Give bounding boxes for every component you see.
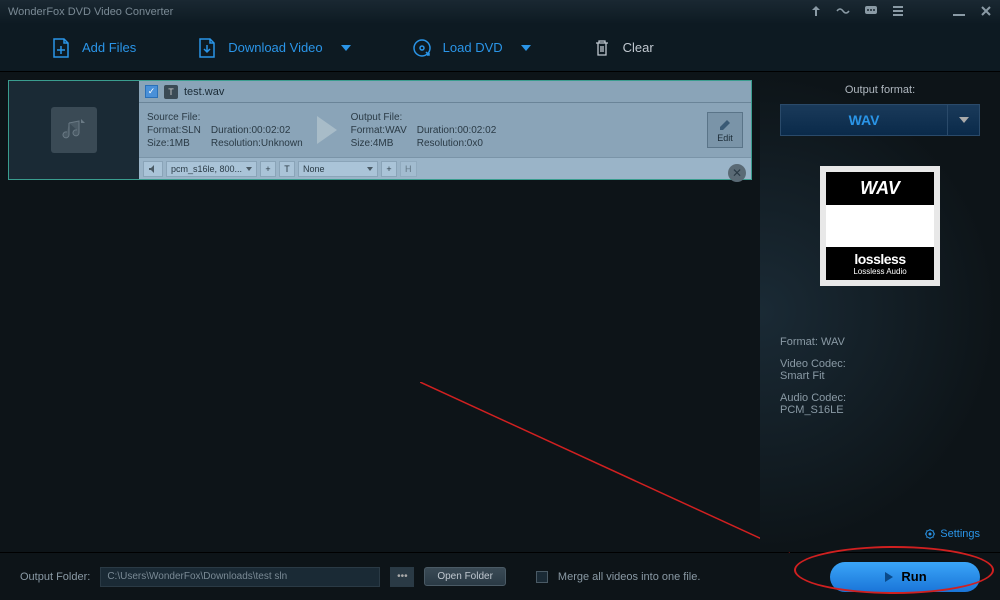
bottom-bar: Output Folder: ••• Open Folder Merge all…: [0, 552, 1000, 600]
format-info: Format: WAV Video Codec:Smart Fit Audio …: [780, 336, 980, 416]
download-video-button[interactable]: Download Video: [166, 24, 380, 71]
run-label: Run: [901, 569, 926, 584]
file-name: test.wav: [184, 86, 224, 98]
titlebar: WonderFox DVD Video Converter: [0, 0, 1000, 24]
format-card-title: WAV: [826, 172, 934, 205]
output-format: Format:WAV: [351, 125, 407, 136]
add-audio-track-button[interactable]: +: [260, 161, 276, 177]
trash-icon: [591, 37, 613, 59]
output-size: Size:4MB: [351, 138, 407, 149]
tool-icon[interactable]: [836, 5, 850, 20]
lossless-sub: Lossless Audio: [830, 267, 930, 276]
chevron-down-icon: [367, 167, 373, 171]
file-checkbox[interactable]: ✓: [145, 85, 158, 98]
subtitle-value: None: [303, 164, 325, 174]
source-size: Size:1MB: [147, 138, 201, 149]
annotation-arrow: [420, 382, 810, 562]
feedback-icon[interactable]: [864, 5, 878, 20]
gear-icon: [924, 528, 936, 540]
add-files-label: Add Files: [82, 40, 136, 55]
remove-file-button[interactable]: ✕: [728, 164, 746, 182]
download-video-icon: [196, 37, 218, 59]
open-folder-button[interactable]: Open Folder: [424, 567, 506, 586]
audio-file-icon: [51, 107, 97, 153]
upload-icon[interactable]: [810, 5, 822, 20]
toolbar: Add Files Download Video Load DVD Clear: [0, 24, 1000, 72]
file-list: ✓ T test.wav Source File: Format:SLN Siz…: [0, 72, 760, 552]
load-dvd-button[interactable]: Load DVD: [381, 24, 561, 71]
output-file-label: Output File:: [351, 112, 407, 123]
output-resolution: Resolution:0x0: [417, 138, 497, 149]
output-folder-label: Output Folder:: [20, 571, 90, 583]
selected-format: WAV: [781, 112, 947, 128]
speaker-icon: [143, 161, 163, 177]
file-thumbnail: [9, 81, 139, 179]
settings-link[interactable]: Settings: [924, 528, 980, 540]
subtitle-dropdown[interactable]: None: [298, 161, 378, 177]
add-files-icon: [50, 37, 72, 59]
output-duration: Duration:00:02:02: [417, 125, 497, 136]
load-dvd-label: Load DVD: [443, 40, 503, 55]
close-icon[interactable]: [980, 5, 992, 20]
app-title: WonderFox DVD Video Converter: [8, 6, 173, 18]
source-duration: Duration:00:02:02: [211, 125, 303, 136]
download-video-label: Download Video: [228, 40, 322, 55]
output-format-label: Output format:: [780, 84, 980, 96]
chevron-down-icon: [959, 117, 969, 123]
clear-button[interactable]: Clear: [561, 24, 684, 71]
format-selector[interactable]: WAV: [780, 104, 980, 136]
source-file-label: Source File:: [147, 112, 201, 123]
audio-track-dropdown[interactable]: pcm_s16le, 800...: [166, 161, 257, 177]
edit-label: Edit: [717, 133, 733, 143]
merge-label: Merge all videos into one file.: [558, 571, 700, 583]
pencil-icon: [718, 118, 732, 132]
lossless-logo: lossless: [830, 251, 930, 267]
audio-track-value: pcm_s16le, 800...: [171, 164, 242, 174]
browse-folder-button[interactable]: •••: [390, 567, 414, 587]
run-button[interactable]: Run: [830, 562, 980, 592]
clear-label: Clear: [623, 40, 654, 55]
source-format: Format:SLN: [147, 125, 201, 136]
minimize-icon[interactable]: [952, 5, 966, 20]
chevron-down-icon: [341, 45, 351, 51]
menu-icon[interactable]: [892, 5, 904, 20]
merge-checkbox[interactable]: [536, 571, 548, 583]
load-dvd-icon: [411, 37, 433, 59]
format-card: WAV lossless Lossless Audio: [820, 166, 940, 286]
add-subtitle-button[interactable]: +: [381, 161, 397, 177]
arrow-right-icon: [317, 116, 337, 144]
file-item[interactable]: ✓ T test.wav Source File: Format:SLN Siz…: [8, 80, 752, 180]
edit-button[interactable]: Edit: [707, 112, 743, 148]
chevron-down-icon: [246, 167, 252, 171]
subtitle-badge-icon: T: [279, 161, 295, 177]
output-folder-input[interactable]: [100, 567, 380, 587]
output-panel: Output format: WAV WAV lossless Lossless…: [760, 72, 1000, 552]
chevron-down-icon: [521, 45, 531, 51]
play-icon: [883, 571, 895, 583]
source-resolution: Resolution:Unknown: [211, 138, 303, 149]
text-badge-icon: T: [164, 85, 178, 99]
settings-label: Settings: [940, 528, 980, 540]
hardsub-button[interactable]: H: [400, 161, 417, 177]
add-files-button[interactable]: Add Files: [20, 24, 166, 71]
